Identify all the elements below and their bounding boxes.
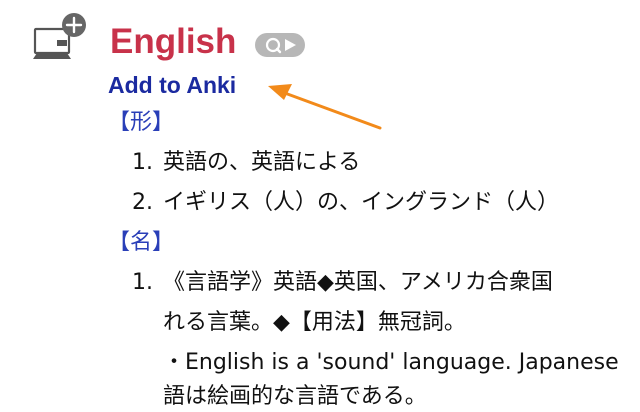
part-of-speech-label: 【名】: [108, 230, 175, 255]
tv-plus-icon[interactable]: [30, 12, 90, 62]
orange-arrow-icon: [268, 84, 382, 130]
definition-text: 英語の、英語による: [163, 150, 361, 175]
search-play-icon[interactable]: [255, 33, 305, 57]
definition-text: れる言葉。◆【用法】無冠詞。: [163, 310, 466, 335]
definition-number: 1.: [132, 270, 153, 295]
example-sentence: ・English is a 'sound' language. Japanese: [163, 350, 619, 375]
headword: English: [110, 22, 237, 61]
definition-text: イギリス（人）の、イングランド（人）: [163, 190, 560, 215]
definition-number: 1.: [132, 150, 153, 175]
definition-text: 《言語学》英語◆英国、アメリカ合衆国: [163, 270, 553, 295]
part-of-speech-label: 【形】: [108, 110, 175, 135]
add-to-anki-link[interactable]: Add to Anki: [108, 70, 236, 100]
definition-number: 2.: [132, 190, 153, 215]
example-translation: 語は絵画的な言語である。: [163, 384, 427, 409]
